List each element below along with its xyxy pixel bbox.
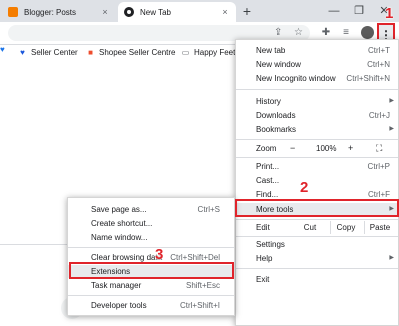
menu-item-label: Downloads <box>256 111 296 120</box>
menu-item-label: Bookmarks <box>256 125 297 134</box>
bookmark-seller-center[interactable]: ♥ Seller Center <box>18 45 78 59</box>
tab-blogger-posts[interactable]: Blogger: Posts × <box>2 2 116 22</box>
close-icon[interactable]: × <box>100 7 110 17</box>
menu-item-new-incognito-window[interactable]: New Incognito window Ctrl+Shift+N <box>236 72 398 85</box>
menu-divider <box>236 157 398 158</box>
menu-item-label: Settings <box>256 240 285 249</box>
menu-divider <box>236 139 398 140</box>
bookmark-label: Shopee Seller Centre <box>99 47 176 57</box>
shortcut-text: Ctrl+P <box>367 162 390 171</box>
menu-divider <box>236 219 398 220</box>
tab-new-tab[interactable]: New Tab × <box>118 2 236 22</box>
shortcut-text: Ctrl+N <box>367 60 390 69</box>
bookmark-overflow-icon: ♥ <box>0 45 5 54</box>
heart-icon: ♥ <box>20 47 25 57</box>
bookmark-label: Happy Feet <box>194 47 236 57</box>
star-icon[interactable]: ☆ <box>294 26 303 40</box>
menu-item-help[interactable]: Help ▶ <box>236 252 398 265</box>
tab-strip: Blogger: Posts × New Tab × + — ❐ ✕ <box>0 0 399 22</box>
tab-title: Blogger: Posts <box>24 7 77 17</box>
step-number-1: 1 <box>385 5 394 22</box>
menu-item-label: Zoom <box>256 144 277 153</box>
paste-button[interactable]: Paste <box>364 221 395 234</box>
tab-title: New Tab <box>140 7 171 17</box>
submenu-item-name-window[interactable]: Name window... <box>68 231 234 244</box>
blogger-icon <box>8 7 18 17</box>
menu-divider <box>68 295 234 296</box>
avatar[interactable] <box>361 26 374 39</box>
menu-item-label: Edit <box>256 223 270 232</box>
chevron-right-icon: ▶ <box>389 98 394 104</box>
menu-item-label: Cast... <box>256 176 280 185</box>
menu-item-new-tab[interactable]: New tab Ctrl+T <box>236 44 398 57</box>
bookmark-happy-feet[interactable]: ▭ Happy Feet <box>181 45 236 59</box>
fullscreen-icon[interactable]: ⛶ <box>376 142 382 155</box>
submenu-item-save-page-as[interactable]: Save page as... Ctrl+S <box>68 203 234 216</box>
shopee-icon: ■ <box>88 47 93 57</box>
shortcut-text: Ctrl+T <box>368 46 390 55</box>
zoom-out-button[interactable]: − <box>290 142 295 155</box>
zoom-in-button[interactable]: + <box>348 142 353 155</box>
shortcut-text: Shift+Esc <box>185 281 220 290</box>
more-tools-submenu: Save page as... Ctrl+S Create shortcut..… <box>67 197 235 316</box>
menu-item-label: History <box>256 97 281 106</box>
menu-item-label: Task manager <box>91 281 142 290</box>
highlight-extensions <box>69 262 234 279</box>
menu-divider <box>236 89 398 90</box>
shortcut-text: Ctrl+Shift+N <box>346 74 390 83</box>
restore-button[interactable]: ❐ <box>348 2 370 20</box>
bookmark-shopee-seller-centre[interactable]: ■ Shopee Seller Centre <box>86 45 176 59</box>
cut-button[interactable]: Cut <box>296 221 324 234</box>
minimize-button[interactable]: — <box>323 2 345 20</box>
menu-item-label: New window <box>256 60 301 69</box>
menu-item-label: Help <box>256 254 273 263</box>
menu-item-bookmarks[interactable]: Bookmarks ▶ <box>236 123 398 136</box>
menu-item-zoom: Zoom − 100% + ⛶ <box>236 142 398 155</box>
menu-item-label: Create shortcut... <box>91 219 153 228</box>
chrome-icon <box>124 7 134 17</box>
shortcut-text: Ctrl+J <box>368 111 390 120</box>
menu-divider <box>236 236 398 237</box>
menu-item-label: Save page as... <box>91 205 147 214</box>
menu-divider <box>68 247 234 248</box>
chevron-right-icon: ▶ <box>389 255 394 261</box>
share-icon[interactable]: ⇪ <box>274 26 282 40</box>
menu-item-label: Developer tools <box>91 301 147 310</box>
menu-item-label: Name window... <box>91 233 148 242</box>
menu-item-label: New Incognito window <box>256 74 336 83</box>
menu-item-downloads[interactable]: Downloads Ctrl+J <box>236 109 398 122</box>
chevron-right-icon: ▶ <box>389 126 394 132</box>
submenu-item-developer-tools[interactable]: Developer tools Ctrl+Shift+I <box>68 299 234 312</box>
step-number-3: 3 <box>155 246 164 263</box>
copy-button[interactable]: Copy <box>330 221 361 234</box>
submenu-item-create-shortcut[interactable]: Create shortcut... <box>68 217 234 230</box>
menu-item-exit[interactable]: Exit <box>236 273 398 286</box>
shortcut-text: Ctrl+S <box>197 205 220 214</box>
menu-item-new-window[interactable]: New window Ctrl+N <box>236 58 398 71</box>
menu-item-print[interactable]: Print... Ctrl+P <box>236 160 398 173</box>
zoom-level: 100% <box>316 144 337 153</box>
chrome-main-menu: New tab Ctrl+T New window Ctrl+N New Inc… <box>235 39 399 326</box>
submenu-item-task-manager[interactable]: Task manager Shift+Esc <box>68 279 234 292</box>
menu-divider <box>236 268 398 269</box>
menu-item-label: Print... <box>256 162 280 171</box>
close-icon[interactable]: × <box>220 7 230 17</box>
bookmark-label: Seller Center <box>31 47 78 57</box>
menu-item-edit: Edit Cut Copy Paste <box>236 221 398 234</box>
step-number-2: 2 <box>300 179 309 196</box>
menu-item-settings[interactable]: Settings <box>236 238 398 251</box>
shortcut-text: Ctrl+Shift+I <box>179 301 220 310</box>
menu-item-label: New tab <box>256 46 286 55</box>
menu-item-cast[interactable]: Cast... <box>236 174 398 187</box>
menu-item-label: Exit <box>256 275 270 284</box>
new-tab-button[interactable]: + <box>240 3 254 19</box>
folder-icon: ▭ <box>181 47 190 57</box>
highlight-more-tools <box>235 199 399 217</box>
menu-item-history[interactable]: History ▶ <box>236 95 398 108</box>
